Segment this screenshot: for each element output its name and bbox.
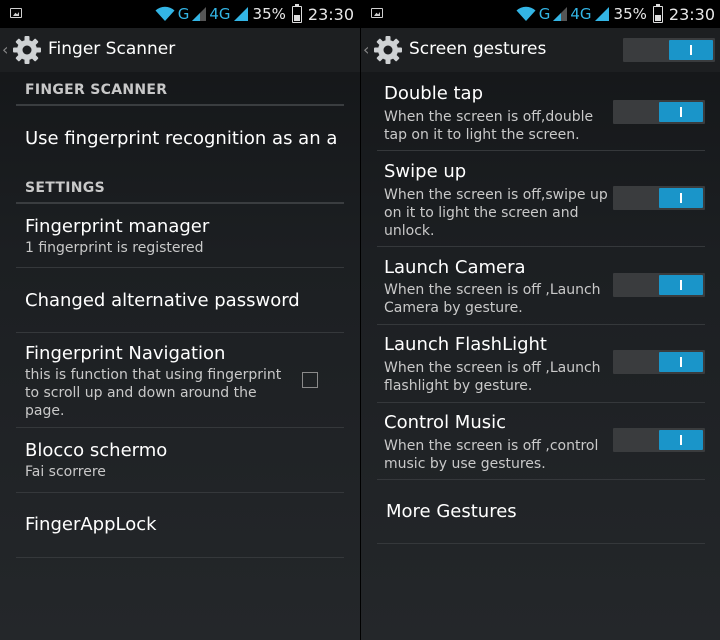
network-type-4g: 4G [209, 5, 231, 23]
item-subtitle-line: this is function that using fingerprint [25, 367, 282, 383]
item-title: Changed alternative password [25, 290, 300, 311]
swipe-up-toggle[interactable] [613, 186, 705, 210]
gesture-desc-line: music by use gestures. [384, 456, 546, 472]
signal-icon [233, 7, 248, 21]
changed-password-item[interactable]: Changed alternative password [16, 268, 344, 333]
battery-icon [291, 3, 302, 23]
gesture-desc-line: When the screen is off ,control [384, 438, 599, 454]
gesture-desc-line: flashlight by gesture. [384, 378, 533, 394]
clock: 23:30 [307, 4, 354, 24]
network-type-g: G [177, 5, 190, 23]
blocco-schermo-item[interactable]: Blocco schermo Fai scorrere [16, 428, 344, 493]
gesture-title: Control Music [384, 412, 507, 433]
action-bar[interactable]: ‹ Finger Scanner [0, 28, 360, 72]
gear-icon [13, 36, 41, 64]
image-notification-icon [371, 8, 383, 18]
gesture-item-swipe-up[interactable]: Swipe up When the screen is off,swipe up… [377, 151, 705, 247]
page-title: Screen gestures [409, 39, 547, 59]
section-header-finger-scanner: FINGER SCANNER [16, 74, 344, 106]
status-bar: G 4G 35% 23:30 [0, 0, 360, 28]
gesture-title: Launch Camera [384, 257, 526, 278]
clock: 23:30 [668, 4, 715, 24]
image-notification-icon [10, 8, 22, 18]
item-title: Fingerprint Navigation [25, 343, 226, 364]
battery-percent: 35% [613, 5, 647, 23]
item-title: Blocco schermo [25, 440, 168, 461]
item-subtitle-line: page. [25, 403, 65, 419]
wifi-icon [155, 6, 175, 21]
screen-gestures-screen: G 4G 35% 23:30 ‹ Screen gestures Double … [360, 0, 720, 640]
fingerprint-manager-item[interactable]: Fingerprint manager 1 fingerprint is reg… [16, 204, 344, 268]
more-gestures-label: More Gestures [386, 501, 517, 522]
chevron-left-icon[interactable]: ‹ [2, 40, 8, 59]
toggle-knob [659, 102, 703, 122]
gesture-title: Launch FlashLight [384, 334, 547, 355]
section-title: SETTINGS [25, 180, 105, 196]
launch-flashlight-toggle[interactable] [613, 350, 705, 374]
gesture-desc-line: When the screen is off ,Launch [384, 282, 601, 298]
item-subtitle: Fai scorrere [25, 464, 106, 480]
toggle-knob [659, 430, 703, 450]
gesture-desc-line: unlock. [384, 223, 435, 239]
gesture-desc-line: tap on it to light the screen. [384, 127, 580, 143]
gesture-title: Double tap [384, 83, 484, 104]
gesture-item-control-music[interactable]: Control Music When the screen is off ,co… [377, 403, 705, 480]
section-header-settings: SETTINGS [16, 172, 344, 204]
battery-icon [652, 3, 663, 23]
signal-icon [594, 7, 609, 21]
fingerprint-navigation-checkbox[interactable] [302, 372, 318, 388]
gesture-item-double-tap[interactable]: Double tap When the screen is off,double… [377, 74, 705, 151]
gesture-desc-line: When the screen is off,double [384, 109, 594, 125]
wifi-icon [516, 6, 536, 21]
gear-icon [374, 36, 402, 64]
more-gestures-item[interactable]: More Gestures [377, 480, 705, 544]
fingerprint-recognition-item[interactable]: Use fingerprint recognition as an a [16, 106, 344, 170]
toggle-knob [659, 352, 703, 372]
launch-camera-toggle[interactable] [613, 273, 705, 297]
page-title: Finger Scanner [48, 39, 176, 59]
signal-icon [192, 7, 207, 21]
master-gesture-toggle[interactable] [623, 38, 715, 62]
toggle-knob [659, 275, 703, 295]
item-title: Use fingerprint recognition as an a [25, 128, 338, 149]
status-bar: G 4G 35% 23:30 [361, 0, 720, 28]
gesture-desc-line: When the screen is off ,Launch [384, 360, 601, 376]
gesture-item-launch-camera[interactable]: Launch Camera When the screen is off ,La… [377, 247, 705, 325]
toggle-knob [669, 40, 713, 60]
item-subtitle: 1 fingerprint is registered [25, 240, 204, 256]
network-type-g: G [538, 5, 551, 23]
fingerprint-navigation-item[interactable]: Fingerprint Navigation this is function … [16, 333, 344, 428]
double-tap-toggle[interactable] [613, 100, 705, 124]
chevron-left-icon[interactable]: ‹ [363, 40, 369, 59]
gesture-desc-line: Camera by gesture. [384, 300, 523, 316]
signal-icon [553, 7, 568, 21]
finger-scanner-screen: G 4G 35% 23:30 ‹ Finger Scanner FINGER S… [0, 0, 360, 640]
gesture-desc-line: When the screen is off,swipe up [384, 187, 608, 203]
toggle-knob [659, 188, 703, 208]
item-subtitle-line: to scroll up and down around the [25, 385, 257, 401]
section-title: FINGER SCANNER [25, 82, 168, 98]
item-title: FingerAppLock [25, 514, 157, 535]
gesture-item-launch-flashlight[interactable]: Launch FlashLight When the screen is off… [377, 325, 705, 403]
finger-app-lock-item[interactable]: FingerAppLock [16, 493, 344, 558]
item-title: Fingerprint manager [25, 216, 210, 237]
gesture-desc-line: on it to light the screen and [384, 205, 579, 221]
network-type-4g: 4G [570, 5, 592, 23]
control-music-toggle[interactable] [613, 428, 705, 452]
battery-percent: 35% [252, 5, 286, 23]
gesture-title: Swipe up [384, 161, 467, 182]
action-bar[interactable]: ‹ Screen gestures [361, 28, 720, 72]
